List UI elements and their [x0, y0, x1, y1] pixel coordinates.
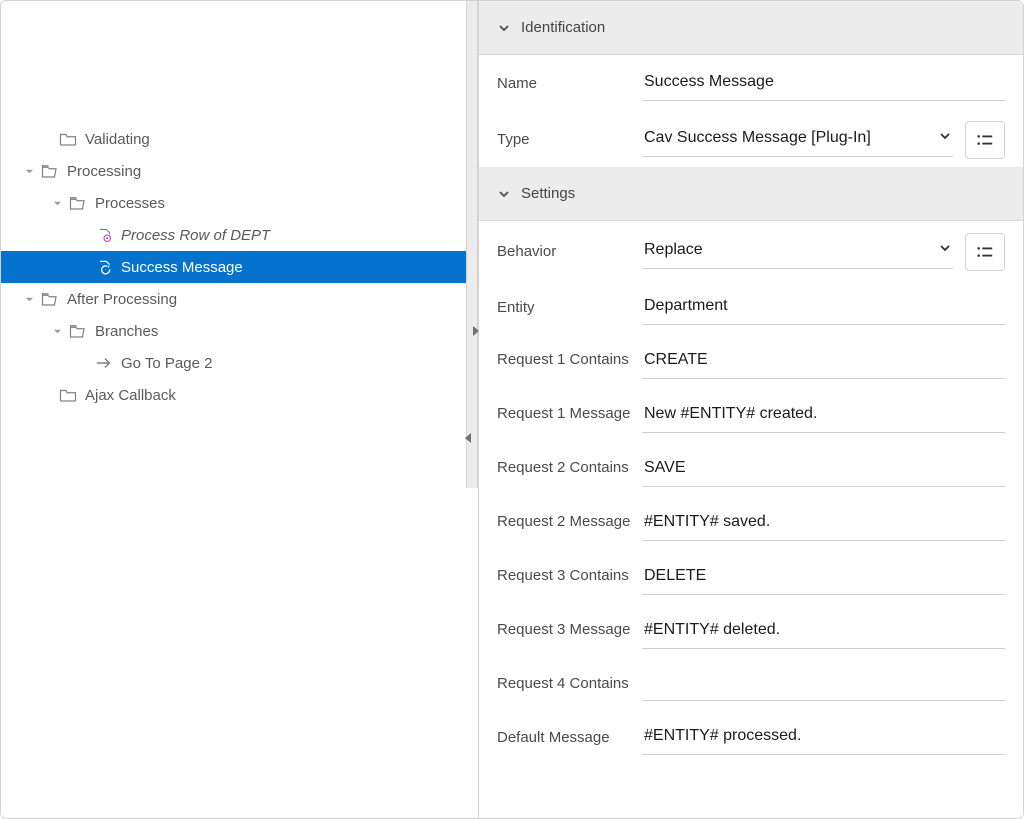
- type-select[interactable]: Cav Success Message [Plug-In]: [642, 123, 953, 157]
- field-label: Default Message: [497, 729, 642, 748]
- tree-label: Process Row of DEPT: [121, 227, 270, 244]
- type-list-button[interactable]: [965, 121, 1005, 159]
- property-panel[interactable]: Identification Name Success Message Type…: [478, 1, 1023, 818]
- chevron-down-icon: [939, 129, 951, 147]
- section-identification[interactable]: Identification: [479, 1, 1023, 55]
- section-settings[interactable]: Settings: [479, 167, 1023, 221]
- splitter[interactable]: [466, 1, 478, 818]
- field-req2-message: Request 2 Message #ENTITY# saved.: [479, 495, 1023, 549]
- default-message-input[interactable]: #ENTITY# processed.: [642, 721, 1005, 755]
- folder-icon: [59, 131, 77, 147]
- tree-label: Success Message: [121, 259, 243, 276]
- tree-node-processing[interactable]: Processing: [1, 155, 466, 187]
- tree-label: Processes: [95, 195, 165, 212]
- field-req4-contains: Request 4 Contains: [479, 657, 1023, 709]
- entity-input[interactable]: Department: [642, 291, 1005, 325]
- tree-node-success-message[interactable]: Success Message: [1, 251, 466, 283]
- field-req3-message: Request 3 Message #ENTITY# deleted.: [479, 603, 1023, 657]
- behavior-select[interactable]: Replace: [642, 235, 953, 269]
- tree-label: Validating: [85, 131, 150, 148]
- field-label: Request 4 Contains: [497, 669, 642, 694]
- field-type: Type Cav Success Message [Plug-In]: [479, 109, 1023, 167]
- arrow-right-icon: [95, 355, 113, 371]
- behavior-list-button[interactable]: [965, 233, 1005, 271]
- folder-open-icon: [69, 323, 87, 339]
- tree-label: Ajax Callback: [85, 387, 176, 404]
- field-label: Behavior: [497, 243, 642, 262]
- folder-open-icon: [41, 163, 59, 179]
- splitter-arrow-left-icon: [465, 433, 471, 443]
- field-label: Request 2 Message: [497, 507, 642, 532]
- tree-panel: Validating Processing Processes: [1, 1, 466, 818]
- tree-label: Processing: [67, 163, 141, 180]
- req1-contains-input[interactable]: CREATE: [642, 345, 1005, 379]
- req3-contains-input[interactable]: DELETE: [642, 561, 1005, 595]
- field-label: Name: [497, 75, 642, 94]
- field-req1-message: Request 1 Message New #ENTITY# created.: [479, 387, 1023, 441]
- field-entity: Entity Department: [479, 279, 1023, 333]
- chevron-down-icon: [497, 187, 511, 201]
- field-default-message: Default Message #ENTITY# processed.: [479, 709, 1023, 763]
- field-name: Name Success Message: [479, 55, 1023, 109]
- tree-label: Go To Page 2: [121, 355, 212, 372]
- caret-down-icon[interactable]: [51, 327, 63, 336]
- caret-down-icon[interactable]: [23, 167, 35, 176]
- field-label: Entity: [497, 299, 642, 318]
- chevron-down-icon: [497, 21, 511, 35]
- field-label: Request 3 Message: [497, 615, 642, 640]
- name-input[interactable]: Success Message: [642, 67, 1005, 101]
- caret-down-icon[interactable]: [51, 199, 63, 208]
- tree-node-processes[interactable]: Processes: [1, 187, 466, 219]
- folder-icon: [59, 387, 77, 403]
- section-title: Settings: [521, 185, 575, 202]
- tree-node-process-row-dept[interactable]: Process Row of DEPT: [1, 219, 466, 251]
- field-label: Request 1 Message: [497, 399, 642, 424]
- field-req1-contains: Request 1 Contains CREATE: [479, 333, 1023, 387]
- process-db-icon: [95, 227, 113, 243]
- tree-label: After Processing: [67, 291, 177, 308]
- caret-down-icon[interactable]: [23, 295, 35, 304]
- tree-node-after-processing[interactable]: After Processing: [1, 283, 466, 315]
- field-req2-contains: Request 2 Contains SAVE: [479, 441, 1023, 495]
- tree-node-validating[interactable]: Validating: [1, 123, 466, 155]
- field-label: Request 2 Contains: [497, 453, 642, 478]
- req3-message-input[interactable]: #ENTITY# deleted.: [642, 615, 1005, 649]
- field-req3-contains: Request 3 Contains DELETE: [479, 549, 1023, 603]
- req2-message-input[interactable]: #ENTITY# saved.: [642, 507, 1005, 541]
- tree-node-goto-page2[interactable]: Go To Page 2: [1, 347, 466, 379]
- process-refresh-icon: [95, 259, 113, 275]
- tree-label: Branches: [95, 323, 158, 340]
- tree-node-branches[interactable]: Branches: [1, 315, 466, 347]
- field-behavior: Behavior Replace: [479, 221, 1023, 279]
- folder-open-icon: [69, 195, 87, 211]
- tree-node-ajax-callback[interactable]: Ajax Callback: [1, 379, 466, 411]
- field-label: Type: [497, 131, 642, 150]
- section-title: Identification: [521, 19, 605, 36]
- req4-contains-input[interactable]: [642, 669, 1005, 701]
- req2-contains-input[interactable]: SAVE: [642, 453, 1005, 487]
- field-label: Request 3 Contains: [497, 561, 642, 586]
- req1-message-input[interactable]: New #ENTITY# created.: [642, 399, 1005, 433]
- chevron-down-icon: [939, 241, 951, 259]
- folder-open-icon: [41, 291, 59, 307]
- field-label: Request 1 Contains: [497, 345, 642, 370]
- splitter-track: [466, 1, 478, 488]
